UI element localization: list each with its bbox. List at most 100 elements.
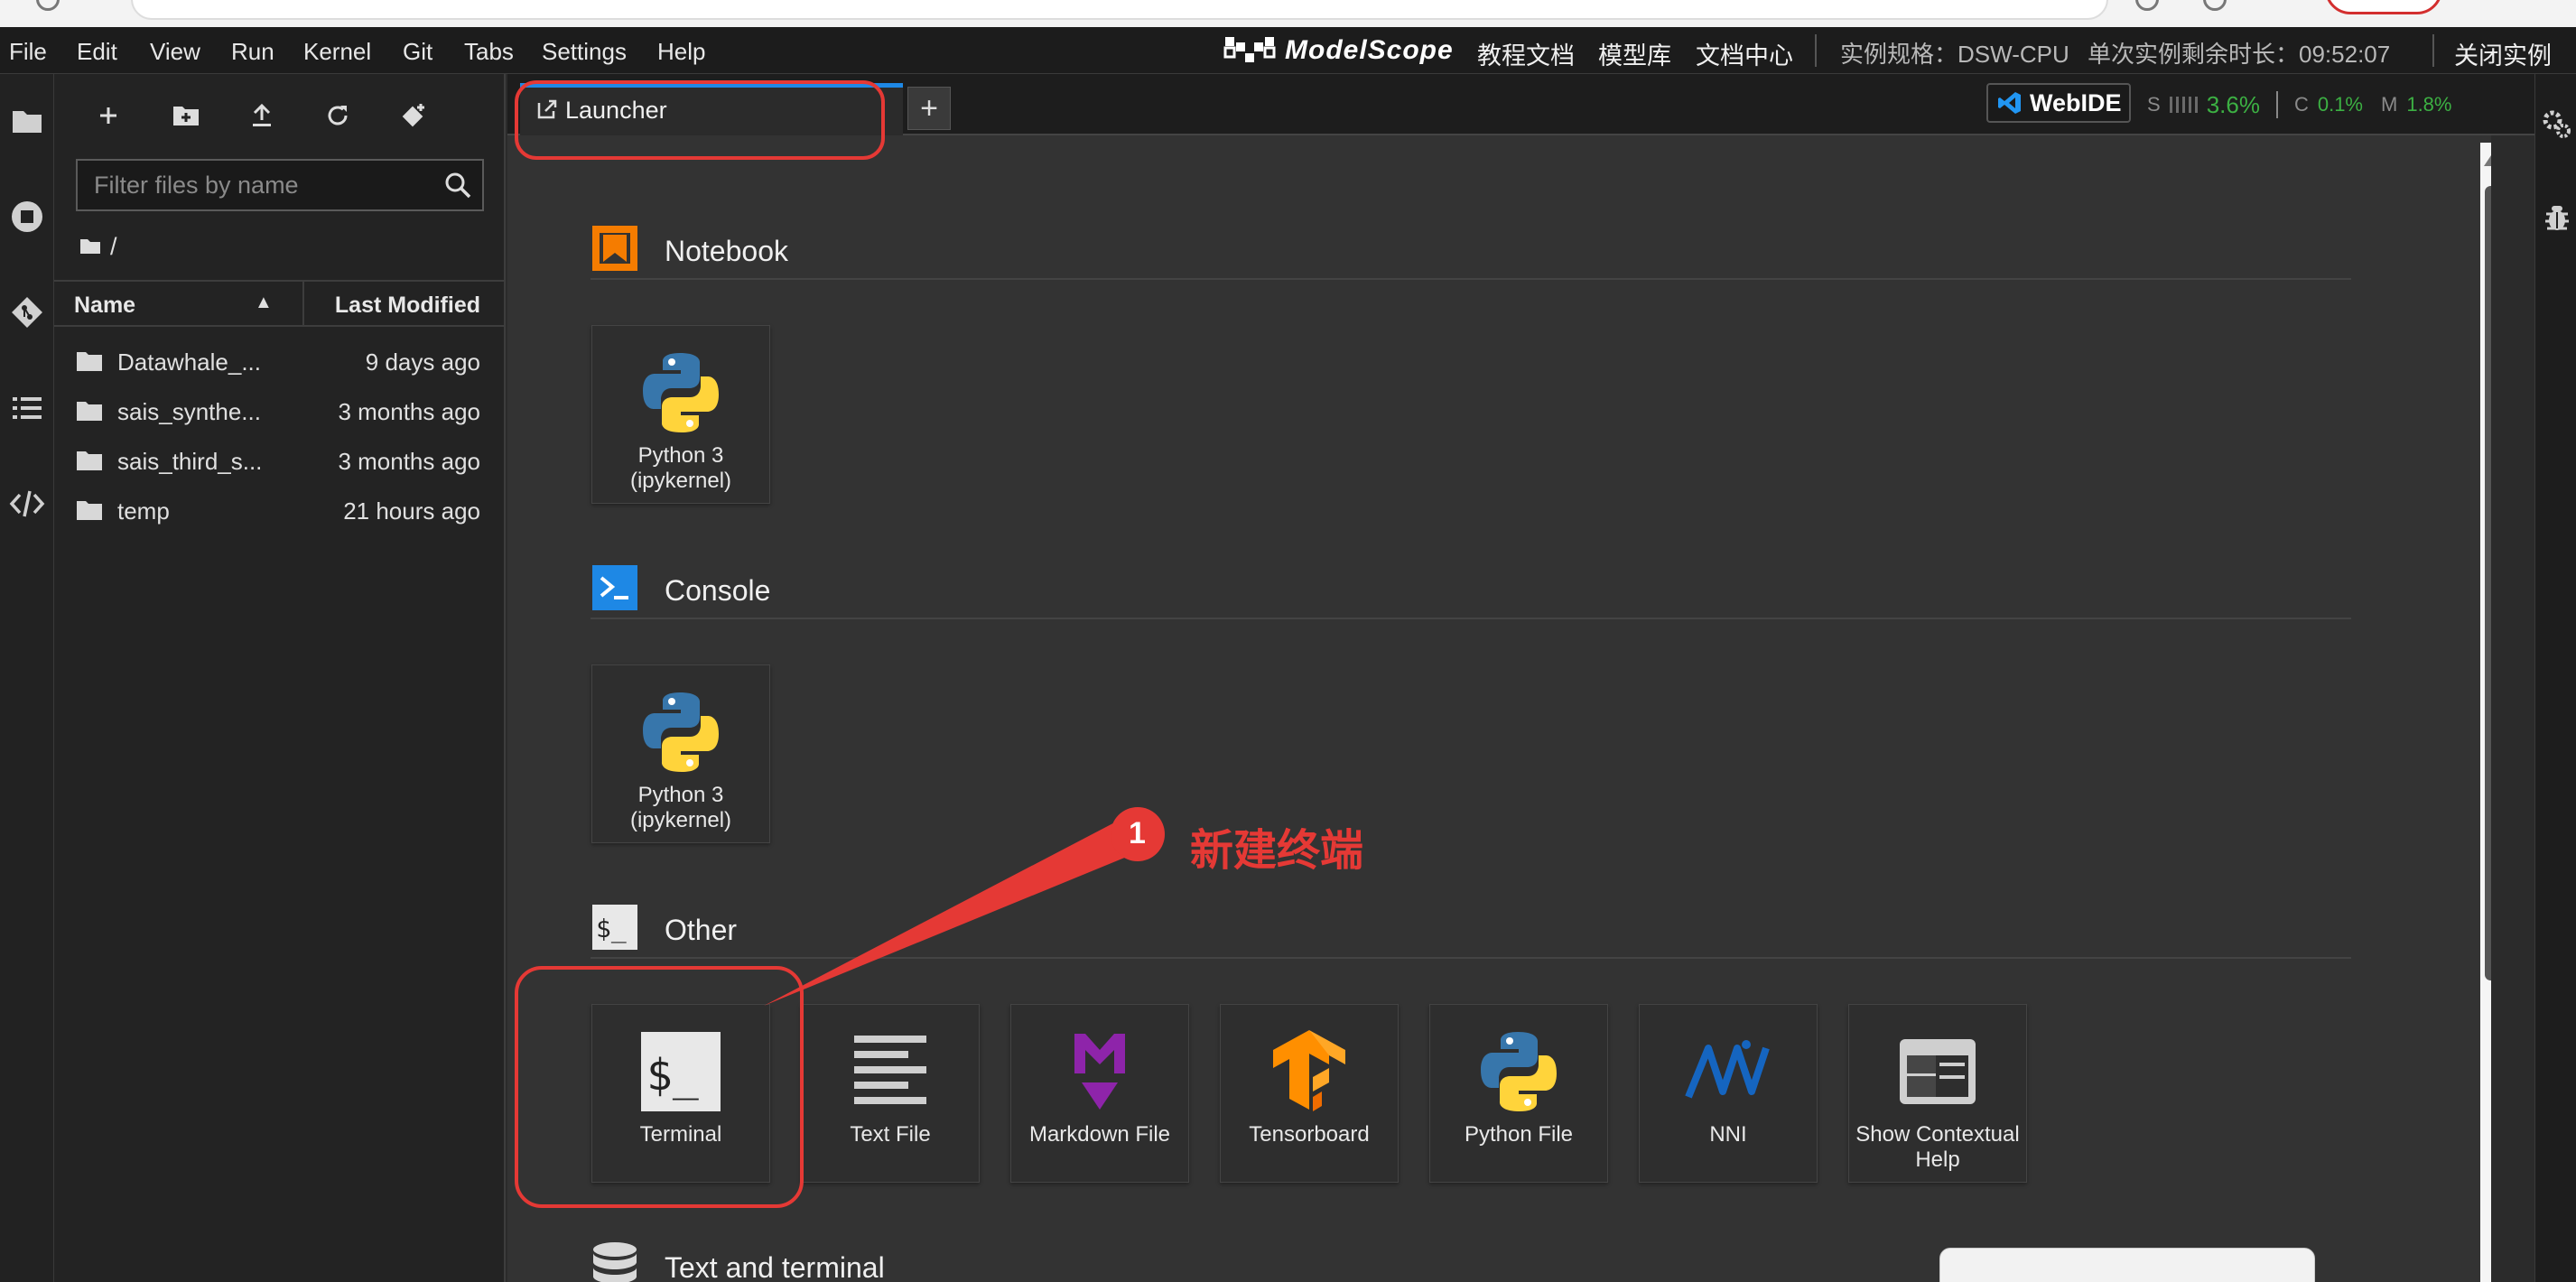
refresh-icon[interactable] (318, 96, 358, 135)
python-icon (1481, 1032, 1557, 1111)
menu-git[interactable]: Git (403, 38, 432, 66)
python-icon (643, 692, 719, 772)
folder-icon (77, 402, 102, 421)
menu-file[interactable]: File (9, 38, 47, 66)
launcher-card-markdown-file[interactable]: Markdown File (1010, 1004, 1189, 1183)
menu-help[interactable]: Help (657, 38, 705, 66)
menu-edit[interactable]: Edit (77, 38, 117, 66)
cpu-key: C (2293, 93, 2309, 116)
running-sessions-icon[interactable] (7, 197, 47, 237)
status-divider (2275, 91, 2278, 118)
git-clone-icon[interactable] (394, 96, 433, 135)
taskbar-widget[interactable] (1939, 1248, 2315, 1282)
menu-kernel[interactable]: Kernel (303, 38, 371, 66)
folder-icon (77, 501, 102, 520)
contextual-help-icon (1900, 1039, 1976, 1104)
file-name: Datawhale_... (117, 348, 261, 376)
link-docs-center[interactable]: 文档中心 (1696, 36, 1793, 71)
menu-tabs[interactable]: Tabs (464, 38, 514, 66)
extension-icon[interactable] (2135, 0, 2159, 11)
reload-icon[interactable] (36, 0, 60, 11)
card-label: Text File (850, 1122, 931, 1147)
database-icon (593, 1242, 637, 1282)
menu-settings[interactable]: Settings (542, 38, 627, 66)
card-label: Terminal (639, 1122, 722, 1147)
terminal-icon: $_ (592, 905, 637, 950)
file-name: temp (117, 497, 170, 525)
section-title: Notebook (665, 235, 788, 267)
new-folder-icon[interactable] (166, 96, 206, 135)
file-row[interactable]: temp 21 hours ago (54, 487, 504, 535)
upload-icon[interactable] (242, 96, 282, 135)
new-launcher-icon[interactable] (88, 96, 128, 135)
memory-key: M (2381, 93, 2398, 116)
breadcrumb[interactable]: / (79, 231, 117, 262)
git-icon[interactable] (7, 293, 47, 332)
scrollbar-thumb[interactable] (2485, 186, 2491, 980)
webide-button[interactable]: WebIDE (1986, 83, 2131, 123)
activity-bar (0, 74, 54, 1282)
file-name: sais_third_s... (117, 448, 263, 475)
text-file-icon (854, 1036, 926, 1104)
annotation-label: 新建终端 (1190, 825, 1364, 876)
column-name[interactable]: Name (74, 293, 135, 319)
card-label: Show Contextual Help (1855, 1122, 2020, 1172)
launcher-card-nni[interactable]: NNI (1639, 1004, 1818, 1183)
address-bar[interactable] (131, 0, 2108, 20)
modelscope-logo-icon (1223, 37, 1276, 62)
launcher-card-contextual-help[interactable]: Show Contextual Help (1848, 1004, 2027, 1183)
favorite-icon[interactable] (2203, 0, 2227, 11)
profile-button[interactable] (2325, 0, 2442, 14)
tensorboard-icon (1273, 1030, 1345, 1111)
sort-ascending-icon[interactable]: ▲ (255, 293, 273, 313)
filter-files-input[interactable] (76, 159, 484, 211)
file-row[interactable]: sais_synthe... 3 months ago (54, 387, 504, 436)
property-inspector-icon[interactable] (2537, 105, 2576, 144)
search-icon[interactable] (442, 170, 473, 200)
new-tab-button[interactable]: + (907, 87, 951, 130)
storage-value: 3.6% (2206, 90, 2260, 118)
python-icon (643, 353, 719, 432)
tab-label: Launcher (565, 97, 667, 124)
browser-chrome (0, 0, 2576, 27)
launcher-card-terminal[interactable]: $_ Terminal (591, 1004, 770, 1183)
close-instance-button[interactable]: 关闭实例 (2454, 36, 2552, 71)
file-row[interactable]: sais_third_s... 3 months ago (54, 437, 504, 486)
card-label: Tensorboard (1249, 1122, 1370, 1147)
link-model-hub[interactable]: 模型库 (1598, 36, 1671, 71)
storage-key: S (2147, 93, 2161, 116)
terminal-icon: $_ (641, 1032, 721, 1111)
menubar-divider (2432, 34, 2434, 67)
jupyterlab-app: File Edit View Run Kernel Git Tabs Setti… (0, 0, 2576, 1282)
folder-icon (80, 239, 100, 254)
column-divider[interactable] (302, 282, 304, 325)
instance-spec: 实例规格：DSW-CPU (1840, 41, 2069, 68)
launcher-card-tensorboard[interactable]: Tensorboard (1220, 1004, 1399, 1183)
modelscope-logo[interactable]: ModelScope (1223, 33, 1454, 69)
table-of-contents-icon[interactable] (7, 388, 47, 428)
nni-icon (1685, 1040, 1770, 1099)
menubar: File Edit View Run Kernel Git Tabs Setti… (0, 27, 2576, 74)
card-label: NNI (1709, 1122, 1747, 1147)
launcher-card-text-file[interactable]: Text File (801, 1004, 980, 1183)
resource-status: S 3.6% C 0.1% M 1.8% (2147, 87, 2451, 123)
folder-icon[interactable] (7, 101, 47, 141)
card-label: Python 3 (ipykernel) (629, 443, 732, 493)
code-snippets-icon[interactable] (7, 484, 47, 524)
card-label: Python File (1464, 1122, 1574, 1147)
column-last-modified[interactable]: Last Modified (335, 293, 480, 319)
launcher-card-python-file[interactable]: Python File (1429, 1004, 1608, 1183)
link-tutorials[interactable]: 教程文档 (1477, 36, 1575, 71)
file-row[interactable]: Datawhale_... 9 days ago (54, 338, 504, 386)
launcher-card-notebook-python3[interactable]: Python 3 (ipykernel) (591, 325, 770, 504)
tab-launcher[interactable]: Launcher (520, 83, 903, 135)
debugger-icon[interactable] (2537, 199, 2576, 238)
folder-icon (77, 451, 102, 470)
menu-run[interactable]: Run (231, 38, 274, 66)
remaining-time: 单次实例剩余时长：09:52:07 (2088, 41, 2391, 68)
folder-icon (77, 352, 102, 371)
launcher-card-console-python3[interactable]: Python 3 (ipykernel) (591, 664, 770, 843)
menu-view[interactable]: View (150, 38, 200, 66)
modelscope-brand: ModelScope (1285, 35, 1454, 65)
scroll-up-arrow-icon[interactable] (2484, 155, 2491, 166)
